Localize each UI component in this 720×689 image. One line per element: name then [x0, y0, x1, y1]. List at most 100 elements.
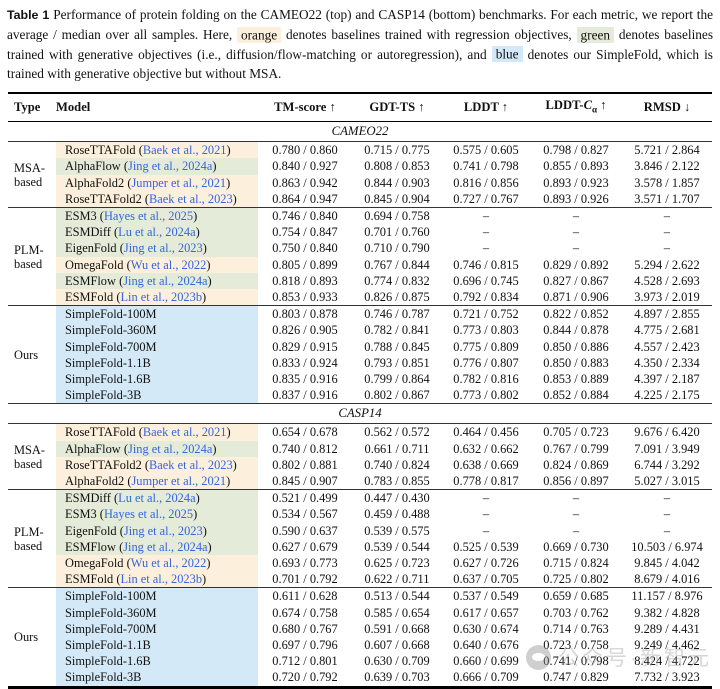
citation-link[interactable]: Baek et al., 2023: [145, 192, 237, 206]
metric-value: 0.721 / 0.752: [442, 306, 530, 323]
citation-link[interactable]: Jing et al., 2023: [120, 241, 207, 255]
metric-value: 0.802 / 0.881: [258, 457, 352, 473]
metric-value: 9.249 / 4.462: [622, 637, 712, 653]
metric-value: 9.289 / 4.431: [622, 621, 712, 637]
metric-value: 0.798 / 0.827: [530, 142, 622, 159]
metric-value: 0.773 / 0.802: [442, 387, 530, 404]
metric-value: 0.627 / 0.679: [258, 539, 352, 555]
col-header: GDT-TS ↑: [352, 93, 442, 122]
metric-value: 11.157 / 8.976: [622, 588, 712, 605]
citation-link[interactable]: Hayes et al., 2025: [100, 507, 197, 521]
model-cell: ESMFlow Jing et al., 2024a: [56, 539, 258, 555]
metric-value: 5.721 / 2.864: [622, 142, 712, 159]
row-group-type: MSA-based: [8, 142, 56, 208]
model-cell: ESMFold Lin et al., 2023b: [56, 571, 258, 588]
metric-value: 0.818 / 0.893: [258, 273, 352, 289]
metric-value: 0.827 / 0.867: [530, 273, 622, 289]
model-cell: SimpleFold-700M: [56, 621, 258, 637]
citation-link[interactable]: Lu et al., 2024a: [114, 225, 200, 239]
citation-link[interactable]: Baek et al., 2021: [139, 143, 231, 157]
metric-value: 0.767 / 0.799: [530, 441, 622, 457]
metric-value: 5.027 / 3.015: [622, 473, 712, 490]
citation-link[interactable]: Baek et al., 2023: [145, 458, 237, 472]
model-name: OmegaFold: [65, 258, 124, 272]
metric-value: 3.973 / 2.019: [622, 289, 712, 306]
table-row: RoseTTAFold2 Baek et al., 20230.864 / 0.…: [8, 191, 712, 208]
metric-value: 0.697 / 0.796: [258, 637, 352, 653]
metric-value: 3.846 / 2.122: [622, 158, 712, 174]
table-row: SimpleFold-360M0.674 / 0.7580.585 / 0.65…: [8, 605, 712, 621]
benchmark-label: CASP14: [8, 404, 712, 424]
citation-link[interactable]: Wu et al., 2022: [127, 556, 211, 570]
metric-value: 0.746 / 0.815: [442, 257, 530, 273]
metric-value: –: [442, 506, 530, 522]
citation-link[interactable]: Lin et al., 2023b: [116, 572, 206, 586]
metric-value: 0.893 / 0.923: [530, 175, 622, 191]
metric-value: 0.792 / 0.834: [442, 289, 530, 306]
metric-value: 10.503 / 6.974: [622, 539, 712, 555]
citation-link[interactable]: Jing et al., 2024a: [119, 274, 212, 288]
citation-link[interactable]: Jing et al., 2024a: [124, 159, 217, 173]
model-cell: OmegaFold Wu et al., 2022: [56, 555, 258, 571]
metric-value: 0.715 / 0.775: [352, 142, 442, 159]
model-cell: SimpleFold-1.6B: [56, 653, 258, 669]
metric-value: –: [530, 506, 622, 522]
metric-value: –: [622, 506, 712, 522]
model-name: RoseTTAFold2: [65, 192, 142, 206]
results-table: TypeModelTM-score ↑GDT-TS ↑LDDT ↑LDDT-Cα…: [8, 92, 712, 689]
model-name: AlphaFold2: [65, 474, 124, 488]
metric-value: –: [530, 207, 622, 224]
metric-value: 0.712 / 0.801: [258, 653, 352, 669]
citation-link[interactable]: Jing et al., 2023: [120, 524, 207, 538]
metric-value: 0.714 / 0.763: [530, 621, 622, 637]
metric-value: 0.715 / 0.824: [530, 555, 622, 571]
model-name: ESM3: [65, 209, 97, 223]
model-name: SimpleFold-700M: [65, 622, 157, 636]
metric-value: –: [622, 490, 712, 507]
metric-value: 0.539 / 0.544: [352, 539, 442, 555]
model-cell: AlphaFold2 Jumper et al., 2021: [56, 473, 258, 490]
citation-link[interactable]: Jing et al., 2024a: [124, 442, 217, 456]
model-name: RoseTTAFold: [65, 425, 136, 439]
citation-link[interactable]: Jing et al., 2024a: [119, 540, 212, 554]
col-header: LDDT ↑: [442, 93, 530, 122]
citation-link[interactable]: Jumper et al., 2021: [127, 474, 230, 488]
row-group-type: Ours: [8, 588, 56, 687]
metric-value: 0.750 / 0.840: [258, 240, 352, 256]
metric-value: 0.844 / 0.903: [352, 175, 442, 191]
metric-value: 0.824 / 0.869: [530, 457, 622, 473]
citation-link[interactable]: Wu et al., 2022: [127, 258, 211, 272]
metric-value: 0.767 / 0.844: [352, 257, 442, 273]
citation-link[interactable]: Baek et al., 2021: [139, 425, 231, 439]
metric-value: –: [622, 240, 712, 256]
citation-link[interactable]: Hayes et al., 2025: [100, 209, 197, 223]
model-name: OmegaFold: [65, 556, 124, 570]
metric-value: –: [442, 490, 530, 507]
model-name: SimpleFold-1.6B: [65, 654, 151, 668]
table-row: PLM-basedESMDiff Lu et al., 2024a0.521 /…: [8, 490, 712, 507]
metric-value: 0.459 / 0.488: [352, 506, 442, 522]
metric-value: –: [442, 240, 530, 256]
metric-value: 0.853 / 0.933: [258, 289, 352, 306]
metric-value: 0.725 / 0.802: [530, 571, 622, 588]
model-cell: RoseTTAFold2 Baek et al., 2023: [56, 191, 258, 208]
metric-value: 0.783 / 0.855: [352, 473, 442, 490]
metric-value: 0.701 / 0.792: [258, 571, 352, 588]
citation-link[interactable]: Lin et al., 2023b: [116, 290, 206, 304]
metric-value: 0.775 / 0.809: [442, 339, 530, 355]
metric-value: 0.826 / 0.905: [258, 322, 352, 338]
row-group-type: PLM-based: [8, 490, 56, 588]
citation-link[interactable]: Lu et al., 2024a: [114, 491, 200, 505]
metric-value: 0.622 / 0.711: [352, 571, 442, 588]
model-name: SimpleFold-100M: [65, 589, 157, 603]
metric-value: 0.826 / 0.875: [352, 289, 442, 306]
model-name: AlphaFlow: [65, 442, 121, 456]
row-group-type: MSA-based: [8, 424, 56, 490]
citation-link[interactable]: Jumper et al., 2021: [127, 176, 230, 190]
metric-value: 0.816 / 0.856: [442, 175, 530, 191]
metric-value: 0.741 / 0.798: [442, 158, 530, 174]
metric-value: 0.776 / 0.807: [442, 355, 530, 371]
table-row: AlphaFold2 Jumper et al., 20210.845 / 0.…: [8, 473, 712, 490]
model-cell: SimpleFold-100M: [56, 306, 258, 323]
model-cell: AlphaFlow Jing et al., 2024a: [56, 441, 258, 457]
